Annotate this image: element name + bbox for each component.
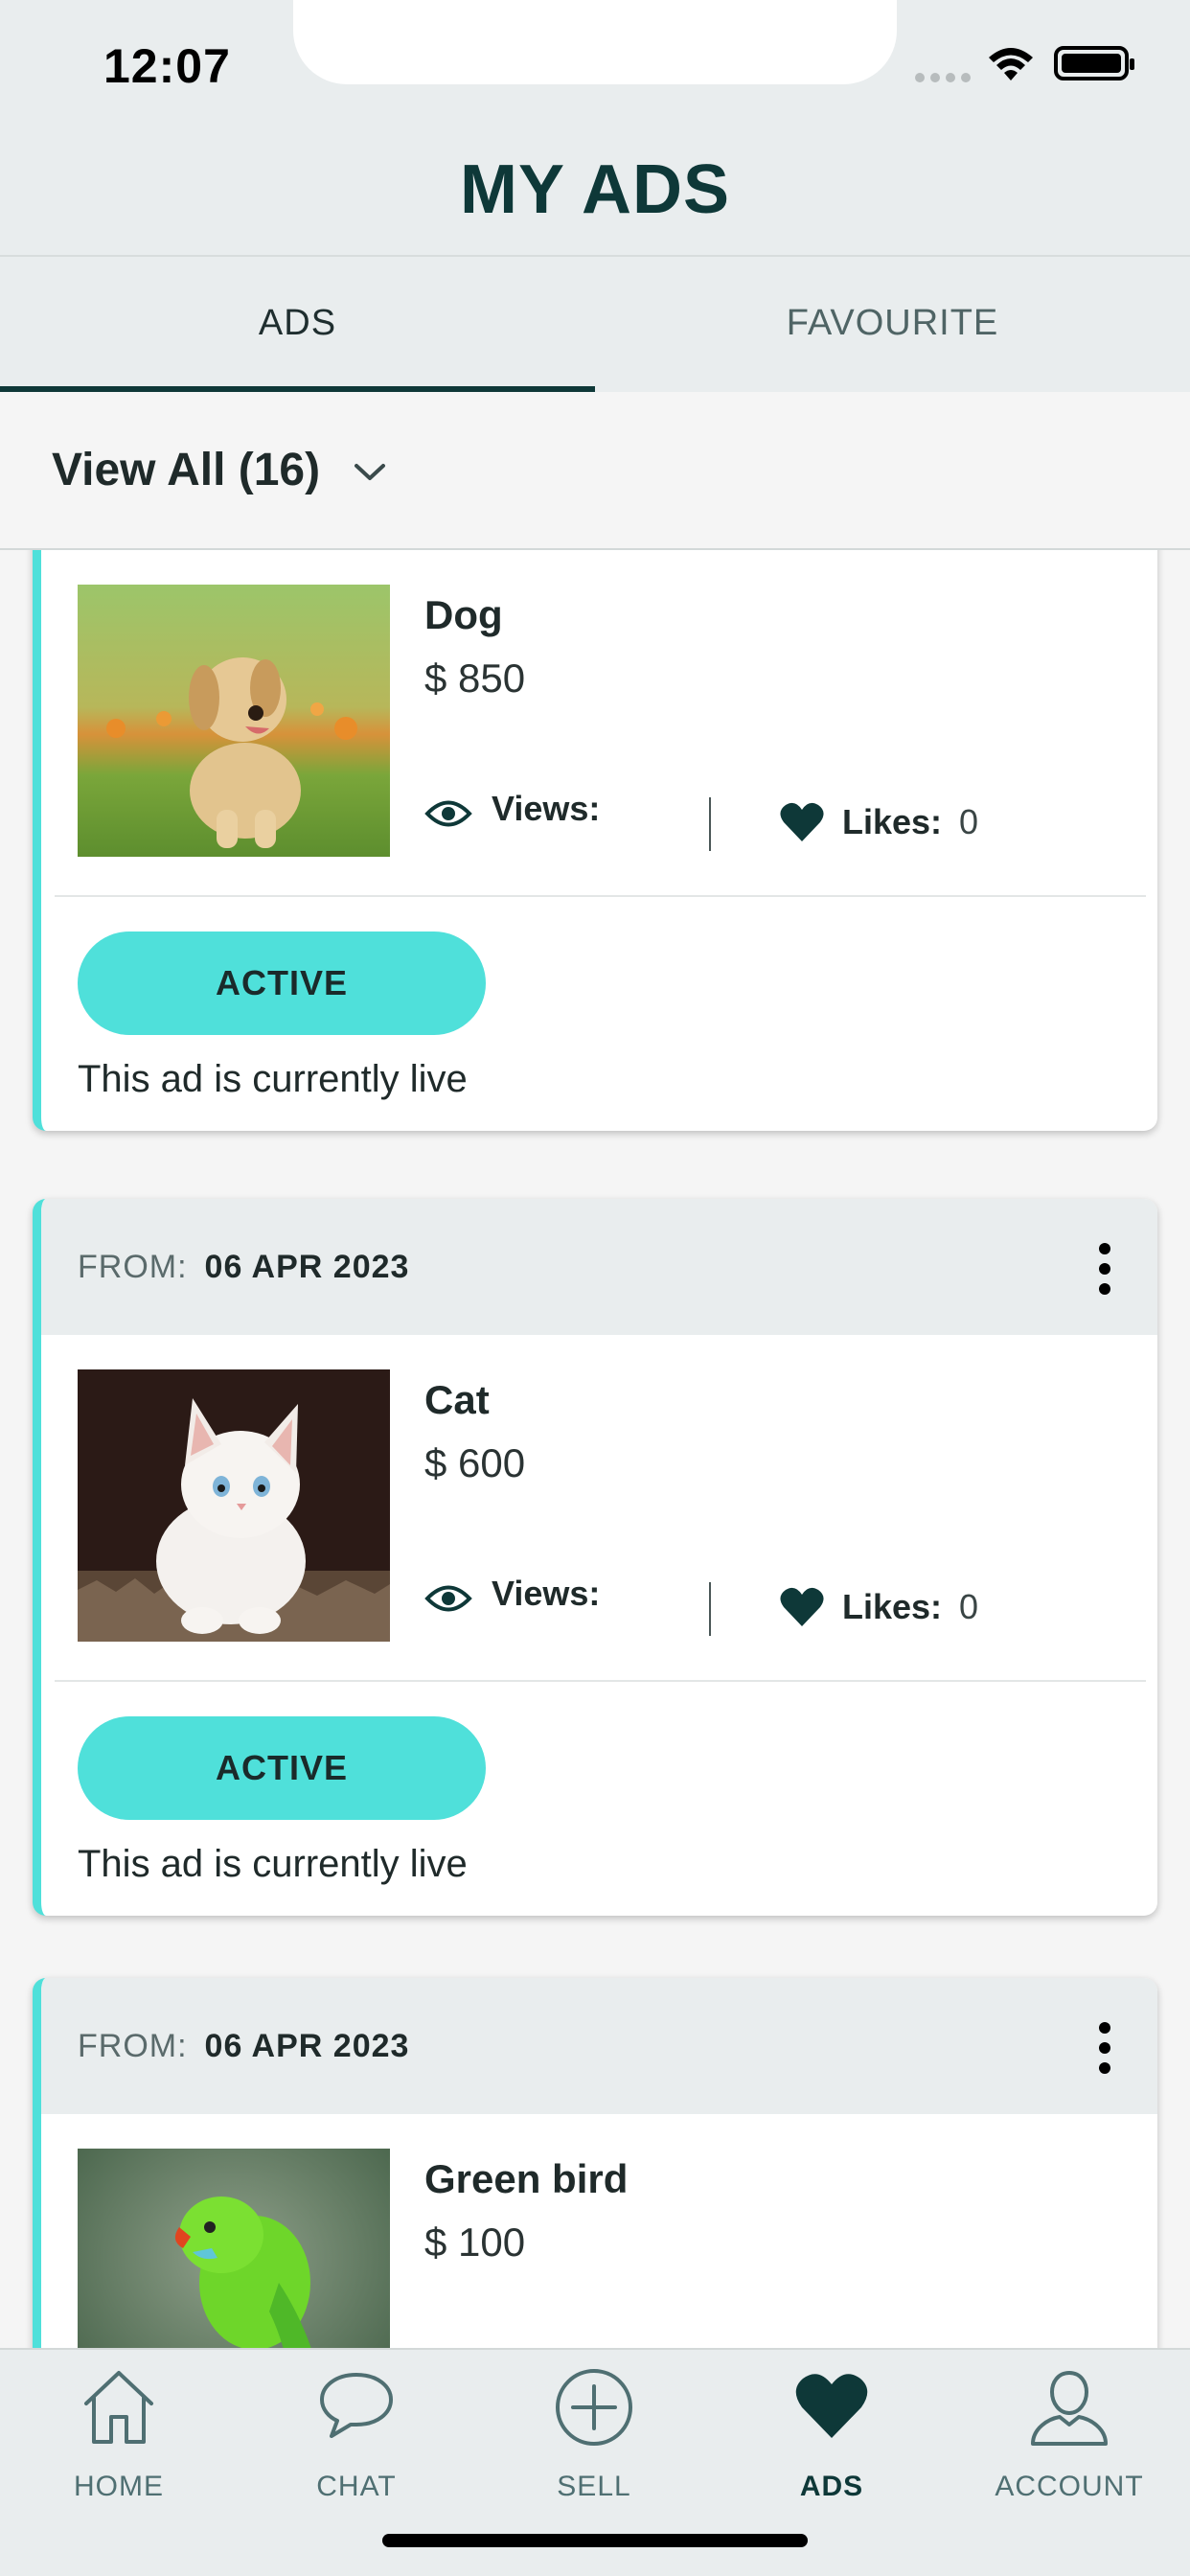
status-time: 12:07 bbox=[103, 39, 231, 93]
nav-ads[interactable]: ADS bbox=[736, 2350, 927, 2542]
nav-ads-label: ADS bbox=[799, 2471, 864, 2502]
views-label: Views: bbox=[492, 1574, 601, 1613]
stat-separator bbox=[709, 797, 711, 851]
ad-title: Cat bbox=[424, 1377, 490, 1422]
ad-card-header: FROM: 06 APR 2023 bbox=[41, 1978, 1157, 2114]
status-bar: 12:07 bbox=[0, 0, 1190, 125]
chat-icon bbox=[320, 2373, 393, 2438]
ad-card-footer: ACTIVE This ad is currently live bbox=[41, 1682, 1157, 1916]
nav-chat[interactable]: CHAT bbox=[261, 2350, 452, 2542]
nav-sell-label: SELL bbox=[557, 2471, 631, 2502]
ad-card-header: FROM: 06 APR 2023 bbox=[41, 1199, 1157, 1335]
eye-icon bbox=[424, 800, 472, 827]
views-stat: Views: bbox=[424, 789, 600, 830]
from-date: 06 APR 2023 bbox=[204, 2027, 410, 2064]
ad-card: FROM: 06 APR 2023 bbox=[33, 1199, 1157, 1916]
ad-card: Dog $ 850 Views: Likes: 0 ACTIVE This ad… bbox=[33, 550, 1157, 1131]
more-options-icon[interactable] bbox=[1098, 1243, 1111, 1295]
from-label: FROM: bbox=[78, 1248, 188, 1285]
likes-label: Likes: bbox=[842, 1587, 943, 1626]
ad-card: FROM: 06 APR 2023 bbox=[33, 1978, 1157, 2348]
page-title: MY ADS bbox=[459, 151, 731, 228]
user-icon bbox=[1031, 2370, 1108, 2446]
ad-image bbox=[78, 2149, 390, 2348]
likes-count: 0 bbox=[959, 1587, 979, 1626]
status-note: This ad is currently live bbox=[78, 1843, 468, 1885]
tab-ads[interactable]: ADS bbox=[0, 257, 595, 392]
heart-icon bbox=[780, 1587, 824, 1626]
status-badge-active[interactable]: ACTIVE bbox=[78, 932, 486, 1035]
wifi-icon bbox=[989, 48, 1033, 80]
nav-account-label: ACCOUNT bbox=[995, 2471, 1144, 2502]
nav-home[interactable]: HOME bbox=[23, 2350, 215, 2542]
filter-dropdown[interactable]: View All (16) bbox=[0, 392, 1190, 550]
ad-card-body[interactable]: Cat $ 600 Views: Likes: 0 bbox=[41, 1335, 1157, 1682]
likes-stat: Likes: 0 bbox=[779, 1586, 978, 1628]
tab-favourite[interactable]: FAVOURITE bbox=[595, 257, 1190, 392]
likes-count: 0 bbox=[959, 802, 979, 841]
battery-icon bbox=[1054, 46, 1134, 80]
ad-card-body[interactable]: Dog $ 850 Views: Likes: 0 bbox=[41, 550, 1157, 897]
from-label: FROM: bbox=[78, 2027, 188, 2064]
from-date: 06 APR 2023 bbox=[204, 1248, 410, 1285]
my-ads-screen: 12:07 MY ADS ADS FAVOURITE View All (16) bbox=[0, 0, 1190, 2576]
nav-account[interactable]: ACCOUNT bbox=[973, 2350, 1165, 2542]
ad-title: Green bird bbox=[424, 2156, 629, 2201]
heart-icon bbox=[780, 802, 824, 841]
ad-title: Dog bbox=[424, 592, 503, 637]
page-header: MY ADS bbox=[0, 125, 1190, 255]
more-options-icon[interactable] bbox=[1098, 2022, 1111, 2074]
status-note: This ad is currently live bbox=[78, 1058, 468, 1100]
ad-image bbox=[78, 1369, 390, 1642]
ad-card-body[interactable]: Green bird $ 100 bbox=[41, 2114, 1157, 2348]
nav-home-label: HOME bbox=[74, 2471, 164, 2502]
ad-price: $ 100 bbox=[424, 2220, 526, 2265]
heart-icon bbox=[795, 2374, 868, 2438]
tab-bar: ADS FAVOURITE bbox=[0, 255, 1190, 392]
filter-label: View All (16) bbox=[52, 445, 321, 495]
ad-price: $ 600 bbox=[424, 1440, 526, 1485]
nav-chat-label: CHAT bbox=[316, 2471, 397, 2502]
ad-price: $ 850 bbox=[424, 656, 526, 701]
stat-separator bbox=[709, 1582, 711, 1636]
device-notch bbox=[293, 0, 897, 84]
views-label: Views: bbox=[492, 789, 601, 828]
cellular-signal-icon bbox=[915, 73, 971, 82]
home-icon bbox=[84, 2371, 153, 2444]
add-circle-icon bbox=[556, 2369, 632, 2446]
ad-image bbox=[78, 585, 390, 857]
ad-card-footer: ACTIVE This ad is currently live bbox=[41, 897, 1157, 1131]
ads-list: Dog $ 850 Views: Likes: 0 ACTIVE This ad… bbox=[0, 550, 1190, 2348]
likes-stat: Likes: 0 bbox=[779, 801, 978, 843]
eye-icon bbox=[424, 1585, 472, 1612]
chevron-down-icon bbox=[355, 463, 386, 480]
views-stat: Views: bbox=[424, 1574, 600, 1615]
nav-sell[interactable]: SELL bbox=[498, 2350, 690, 2542]
status-badge-active[interactable]: ACTIVE bbox=[78, 1716, 486, 1820]
home-indicator bbox=[382, 2534, 808, 2547]
likes-label: Likes: bbox=[842, 802, 943, 841]
